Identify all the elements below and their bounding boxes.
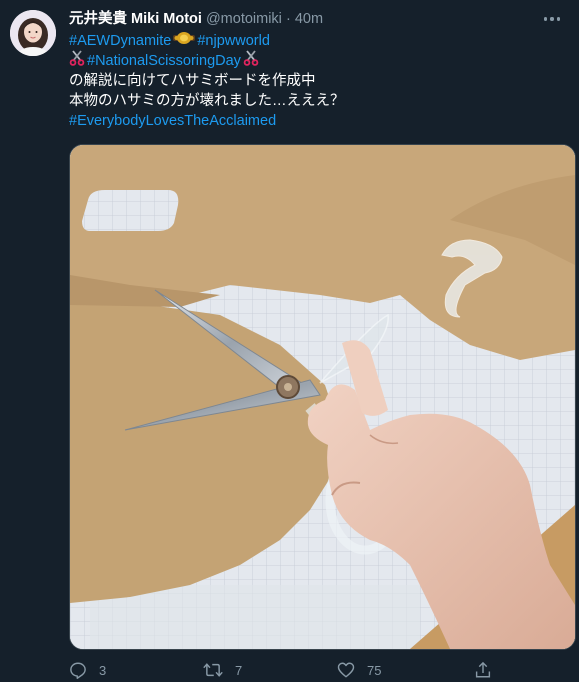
reply-icon <box>70 662 86 679</box>
share-icon <box>475 661 491 678</box>
text-line-5: #EverybodyLovesTheAcclaimed <box>69 111 559 131</box>
scissors-emoji <box>243 50 259 72</box>
hashtag-everybodylovestheacclaimed[interactable]: #EverybodyLovesTheAcclaimed <box>69 111 276 131</box>
timestamp[interactable]: 40m <box>295 11 323 27</box>
tweet-actions: 3 7 75 <box>69 658 509 682</box>
display-name[interactable]: 元井美貴 Miki Motoi <box>69 11 202 27</box>
avatar[interactable] <box>10 10 56 56</box>
user-handle[interactable]: @motoimiki <box>206 11 282 27</box>
tweet-photo[interactable] <box>69 144 576 650</box>
scissors-emoji <box>69 50 85 72</box>
hashtag-nationalscissoringday[interactable]: #NationalScissoringDay <box>87 51 241 71</box>
text-line-3: の解説に向けてハサミボードを作成中 <box>69 73 316 89</box>
hashtag-aewdynamite[interactable]: #AEWDynamite <box>69 31 171 51</box>
retweet-button[interactable]: 7 <box>203 658 242 682</box>
tweet-header: 元井美貴 Miki Motoi @motoimiki · 40m <box>69 9 539 29</box>
like-button[interactable]: 75 <box>337 658 381 682</box>
photo-of-hand-cutting-cardboard-with-scissors <box>70 145 575 649</box>
retweet-count: 7 <box>235 662 243 678</box>
like-heart-icon <box>337 662 355 678</box>
reply-button[interactable]: 3 <box>69 658 106 682</box>
text-line-4: 本物のハサミの方が壊れました…えええ？ <box>69 93 345 109</box>
share-button[interactable] <box>474 658 492 682</box>
separator-dot: · <box>285 11 291 27</box>
retweet-icon <box>203 663 223 677</box>
reply-count: 3 <box>99 662 107 678</box>
text-line-2: #NationalScissoringDay <box>69 50 559 72</box>
hashtag-njpwworld[interactable]: #njpwworld <box>197 31 270 51</box>
like-count: 75 <box>367 662 382 678</box>
tweet-text: #AEWDynamite #njpwworld #NationalScissor… <box>69 31 559 131</box>
more-options-icon[interactable] <box>539 10 565 28</box>
text-line-1: #AEWDynamite #njpwworld <box>69 31 559 51</box>
avatar-image <box>10 10 56 56</box>
championship-belt-emoji <box>173 31 196 51</box>
